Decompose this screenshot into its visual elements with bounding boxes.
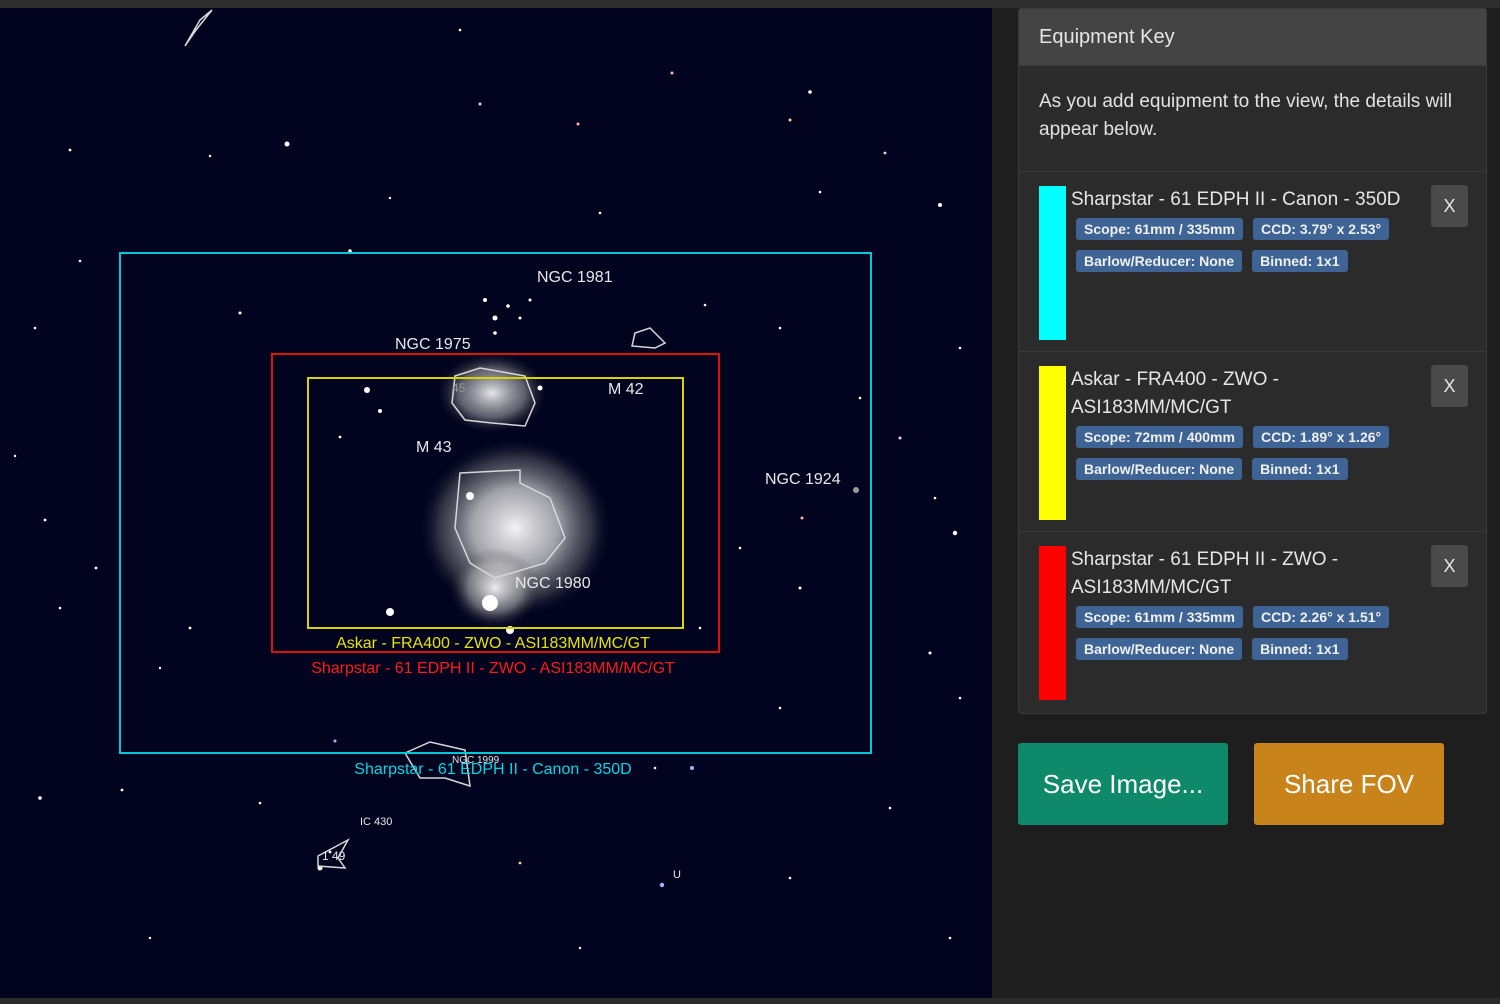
panel-intro-text: As you add equipment to the view, the de… bbox=[1019, 66, 1486, 172]
equipment-item: Sharpstar - 61 EDPH II - Canon - 350D Sc… bbox=[1019, 172, 1486, 352]
color-swatch bbox=[1039, 186, 1066, 340]
binned-badge: Binned: 1x1 bbox=[1252, 250, 1348, 272]
equipment-title: Sharpstar - 61 EDPH II - Canon - 350D bbox=[1071, 189, 1401, 210]
save-image-button[interactable]: Save Image... bbox=[1018, 743, 1228, 825]
fov-label-sharpstar-zwo: Sharpstar - 61 EDPH II - ZWO - ASI183MM/… bbox=[311, 660, 675, 677]
bottom-bar bbox=[0, 998, 1500, 1004]
equipment-item: Askar - FRA400 - ZWO - ASI183MM/MC/GT Sc… bbox=[1019, 352, 1486, 532]
panel-title: Equipment Key bbox=[1019, 9, 1486, 66]
sky-view[interactable]: NGC 1981 NGC 1975 M 42 M 43 NGC 1924 NGC… bbox=[0, 8, 992, 998]
label-m42: M 42 bbox=[608, 381, 644, 398]
remove-button[interactable]: X bbox=[1431, 365, 1468, 407]
barlow-badge: Barlow/Reducer: None bbox=[1076, 250, 1243, 272]
equipment-title: Sharpstar - 61 EDPH II - ZWO - ASI183MM/… bbox=[1071, 549, 1339, 598]
scope-badge: Scope: 61mm / 335mm bbox=[1076, 218, 1243, 240]
barlow-badge: Barlow/Reducer: None bbox=[1076, 458, 1243, 480]
remove-button[interactable]: X bbox=[1431, 545, 1468, 587]
ccd-badge: CCD: 3.79° x 2.53° bbox=[1252, 218, 1390, 240]
label-ngc-1975: NGC 1975 bbox=[395, 336, 471, 353]
equipment-key-panel: Equipment Key As you add equipment to th… bbox=[1018, 8, 1487, 714]
label-ngc-1980: NGC 1980 bbox=[515, 575, 591, 592]
equipment-badges: Scope: 61mm / 335mm CCD: 2.26° x 1.51° Ba… bbox=[1076, 606, 1426, 670]
sky-chart[interactable]: NGC 1981 NGC 1975 M 42 M 43 NGC 1924 NGC… bbox=[0, 8, 992, 998]
label-45: 45 bbox=[452, 381, 466, 395]
top-bar bbox=[0, 0, 1500, 8]
binned-badge: Binned: 1x1 bbox=[1252, 638, 1348, 660]
equipment-badges: Scope: 72mm / 400mm CCD: 1.89° x 1.26° Ba… bbox=[1076, 426, 1426, 490]
share-fov-button[interactable]: Share FOV bbox=[1254, 743, 1444, 825]
equipment-title: Askar - FRA400 - ZWO - ASI183MM/MC/GT bbox=[1071, 369, 1279, 418]
fov-label-sharpstar-canon: Sharpstar - 61 EDPH II - Canon - 350D bbox=[354, 761, 631, 778]
label-1-49: 1 49 bbox=[322, 849, 346, 863]
equipment-badges: Scope: 61mm / 335mm CCD: 3.79° x 2.53° Ba… bbox=[1076, 218, 1426, 282]
barlow-badge: Barlow/Reducer: None bbox=[1076, 638, 1243, 660]
ccd-badge: CCD: 2.26° x 1.51° bbox=[1252, 606, 1390, 628]
fov-label-askar: Askar - FRA400 - ZWO - ASI183MM/MC/GT bbox=[336, 635, 650, 652]
color-swatch bbox=[1039, 546, 1066, 700]
equipment-item: Sharpstar - 61 EDPH II - ZWO - ASI183MM/… bbox=[1019, 532, 1486, 712]
label-m43: M 43 bbox=[416, 439, 452, 456]
label-u: U bbox=[673, 869, 681, 881]
scope-badge: Scope: 61mm / 335mm bbox=[1076, 606, 1243, 628]
scope-badge: Scope: 72mm / 400mm bbox=[1076, 426, 1243, 448]
ccd-badge: CCD: 1.89° x 1.26° bbox=[1252, 426, 1390, 448]
label-ic-430: IC 430 bbox=[360, 816, 392, 828]
color-swatch bbox=[1039, 366, 1066, 520]
binned-badge: Binned: 1x1 bbox=[1252, 458, 1348, 480]
remove-button[interactable]: X bbox=[1431, 185, 1468, 227]
label-ngc-1981: NGC 1981 bbox=[537, 269, 613, 286]
label-ngc-1924: NGC 1924 bbox=[765, 471, 841, 488]
